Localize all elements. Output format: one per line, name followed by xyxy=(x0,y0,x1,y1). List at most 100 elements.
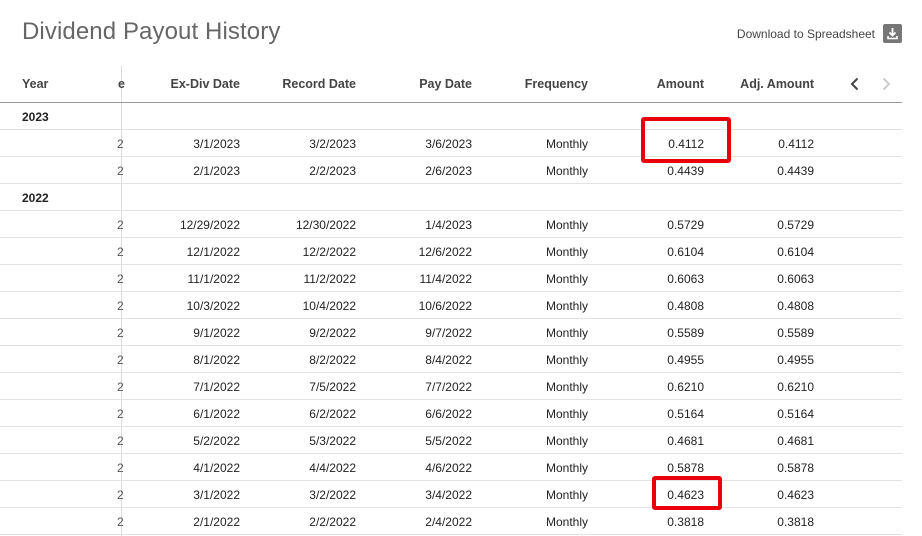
column-header-amount[interactable]: Amount xyxy=(657,77,704,91)
column-header-ex-div-date[interactable]: Ex-Div Date xyxy=(171,77,240,91)
cell-truncated: 2 xyxy=(117,434,124,448)
table-header: Year e Ex-Div Date Record Date Pay Date … xyxy=(0,66,902,103)
table-row: 2 7/1/2022 7/5/2022 7/7/2022 Monthly 0.6210 0.… xyxy=(0,373,902,400)
cell-ex-div-date: 6/1/2022 xyxy=(193,407,240,421)
cell-truncated: 2 xyxy=(117,245,124,259)
cell-ex-div-date: 3/1/2023 xyxy=(193,137,240,151)
cell-pay-date: 11/4/2022 xyxy=(419,272,473,286)
download-to-spreadsheet-button[interactable]: Download to Spreadsheet xyxy=(737,24,902,43)
cell-ex-div-date: 12/29/2022 xyxy=(179,218,240,232)
cell-amount: 0.4955 xyxy=(667,353,704,367)
cell-truncated: 2 xyxy=(117,380,124,394)
column-header-pay-date[interactable]: Pay Date xyxy=(419,77,472,91)
table-row: 2 4/1/2022 4/4/2022 4/6/2022 Monthly 0.5878 0.… xyxy=(0,454,902,481)
cell-adj-amount: 0.4808 xyxy=(777,299,814,313)
cell-amount: 0.6104 xyxy=(667,245,704,259)
cell-frequency: Monthly xyxy=(545,245,588,259)
cell-frequency: Monthly xyxy=(545,353,588,367)
cell-amount: 0.4112 xyxy=(668,137,704,151)
cell-ex-div-date: 11/1/2022 xyxy=(187,272,241,286)
cell-truncated: 2 xyxy=(117,353,124,367)
cell-frequency: Monthly xyxy=(545,488,588,502)
cell-ex-div-date: 2/1/2022 xyxy=(193,515,240,529)
cell-adj-amount: 0.3818 xyxy=(777,515,814,529)
year-group-row: 2022 xyxy=(0,184,902,211)
cell-ex-div-date: 12/1/2022 xyxy=(186,245,240,259)
table-row: 2 2/1/2022 2/2/2022 2/4/2022 Monthly 0.3818 0.… xyxy=(0,508,902,535)
cell-adj-amount: 0.5878 xyxy=(777,461,814,475)
column-header-record-date[interactable]: Record Date xyxy=(282,77,356,91)
cell-record-date: 10/4/2022 xyxy=(302,299,356,313)
cell-record-date: 7/5/2022 xyxy=(309,380,356,394)
chevron-right-icon[interactable] xyxy=(876,74,896,94)
table-row: 2 2/1/2023 2/2/2023 2/6/2023 Monthly 0.4439 0.… xyxy=(0,157,902,184)
cell-record-date: 3/2/2023 xyxy=(309,137,356,151)
chevron-left-icon[interactable] xyxy=(845,74,865,94)
table-row: 2 12/1/2022 12/2/2022 12/6/2022 Monthly 0.610… xyxy=(0,238,902,265)
cell-pay-date: 5/5/2022 xyxy=(425,434,472,448)
cell-adj-amount: 0.4439 xyxy=(777,164,814,178)
dividend-table: Year e Ex-Div Date Record Date Pay Date … xyxy=(0,66,902,535)
cell-adj-amount: 0.4112 xyxy=(778,137,814,151)
cell-record-date: 9/2/2022 xyxy=(309,326,356,340)
table-row: 2 5/2/2022 5/3/2022 5/5/2022 Monthly 0.4681 0.… xyxy=(0,427,902,454)
column-header-frequency[interactable]: Frequency xyxy=(525,77,588,91)
cell-truncated: 2 xyxy=(117,407,124,421)
cell-adj-amount: 0.4623 xyxy=(777,488,814,502)
cell-pay-date: 4/6/2022 xyxy=(425,461,472,475)
cell-amount: 0.4623 xyxy=(667,488,704,502)
year-label: 2022 xyxy=(22,191,49,205)
cell-amount: 0.5589 xyxy=(667,326,704,340)
cell-truncated: 2 xyxy=(117,272,124,286)
cell-adj-amount: 0.4681 xyxy=(777,434,814,448)
download-label: Download to Spreadsheet xyxy=(736,26,875,41)
cell-frequency: Monthly xyxy=(545,218,588,232)
table-row: 2 12/29/2022 12/30/2022 1/4/2023 Monthly 0.57… xyxy=(0,211,902,238)
cell-adj-amount: 0.5164 xyxy=(777,407,814,421)
cell-frequency: Monthly xyxy=(545,272,588,286)
table-row: 2 3/1/2023 3/2/2023 3/6/2023 Monthly 0.4112 0.… xyxy=(0,130,902,157)
cell-amount: 0.4808 xyxy=(667,299,704,313)
cell-ex-div-date: 9/1/2022 xyxy=(193,326,240,340)
cell-ex-div-date: 3/1/2022 xyxy=(193,488,240,502)
cell-adj-amount: 0.6063 xyxy=(777,272,814,286)
cell-amount: 0.3818 xyxy=(667,515,704,529)
cell-truncated: 2 xyxy=(117,164,124,178)
cell-record-date: 2/2/2023 xyxy=(309,164,356,178)
cell-ex-div-date: 4/1/2022 xyxy=(193,461,240,475)
table-body: 2023 2 3/1/2023 3/2/2023 3/6/2023 Monthly 0.41… xyxy=(0,103,902,535)
cell-frequency: Monthly xyxy=(545,164,588,178)
cell-frequency: Monthly xyxy=(545,299,588,313)
cell-pay-date: 2/6/2023 xyxy=(425,164,472,178)
cell-pay-date: 7/7/2022 xyxy=(425,380,472,394)
cell-pay-date: 1/4/2023 xyxy=(425,218,472,232)
cell-adj-amount: 0.5729 xyxy=(777,218,814,232)
table-row: 2 6/1/2022 6/2/2022 6/6/2022 Monthly 0.5164 0.… xyxy=(0,400,902,427)
year-label: 2023 xyxy=(22,110,49,124)
cell-record-date: 6/2/2022 xyxy=(309,407,356,421)
year-group-row: 2023 xyxy=(0,103,902,130)
cell-amount: 0.4439 xyxy=(667,164,704,178)
column-header-adj-amount[interactable]: Adj. Amount xyxy=(740,77,814,91)
table-row: 2 3/1/2022 3/2/2022 3/4/2022 Monthly 0.4623 0.… xyxy=(0,481,902,508)
cell-pay-date: 10/6/2022 xyxy=(418,299,472,313)
cell-adj-amount: 0.6104 xyxy=(777,245,814,259)
cell-adj-amount: 0.5589 xyxy=(777,326,814,340)
cell-truncated: 2 xyxy=(117,326,124,340)
cell-record-date: 12/2/2022 xyxy=(302,245,356,259)
cell-frequency: Monthly xyxy=(545,434,588,448)
column-header-year[interactable]: Year xyxy=(22,77,48,91)
cell-record-date: 3/2/2022 xyxy=(309,488,356,502)
cell-frequency: Monthly xyxy=(545,380,588,394)
column-header-truncated[interactable]: e xyxy=(118,77,125,91)
cell-frequency: Monthly xyxy=(545,515,588,529)
cell-pay-date: 3/6/2023 xyxy=(425,137,472,151)
cell-adj-amount: 0.6210 xyxy=(777,380,814,394)
cell-pay-date: 6/6/2022 xyxy=(425,407,472,421)
cell-amount: 0.5729 xyxy=(667,218,704,232)
cell-pay-date: 2/4/2022 xyxy=(425,515,472,529)
cell-amount: 0.6210 xyxy=(667,380,704,394)
cell-truncated: 2 xyxy=(117,137,124,151)
cell-frequency: Monthly xyxy=(545,461,588,475)
cell-amount: 0.5878 xyxy=(667,461,704,475)
